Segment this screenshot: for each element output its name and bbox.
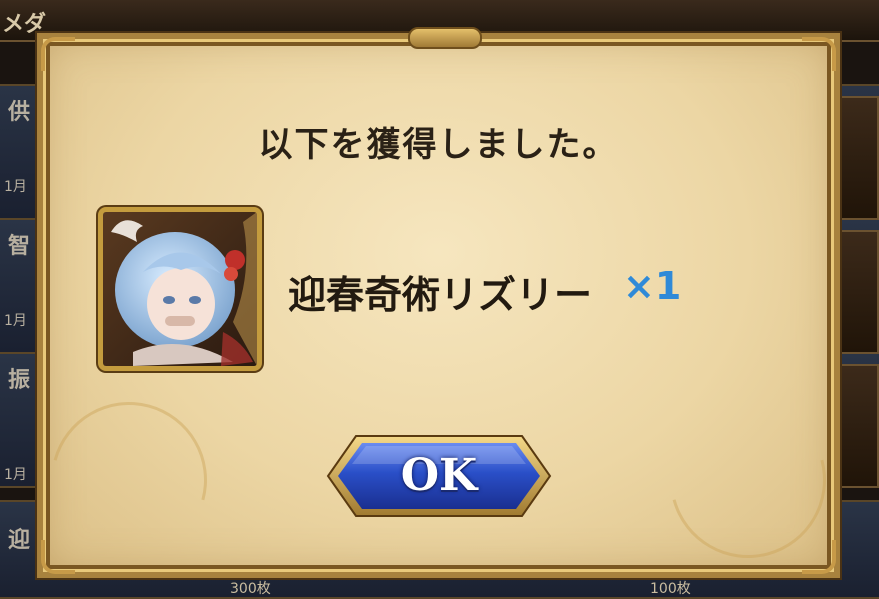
frame-corner-ornament [802, 540, 836, 574]
background-row-sub: 1月 [4, 179, 27, 195]
reward-quantity: ×1 [623, 264, 682, 308]
background-row-label: 迎 [8, 528, 31, 553]
frame-corner-ornament [41, 540, 75, 574]
background-row-sub: 1月 [4, 467, 27, 483]
character-portrait-icon [98, 207, 262, 371]
background-count: 100枚 [650, 581, 691, 597]
ok-button[interactable]: OK [326, 434, 552, 518]
reward-dialog: 以下を獲得しました。 迎春奇術リズリー ×1 OK [22, 27, 855, 587]
ok-button-label: OK [400, 450, 478, 501]
background-card [835, 230, 879, 354]
background-card [835, 96, 879, 220]
background-row-sub: 1月 [4, 313, 27, 329]
background-row-label: 振 [8, 368, 31, 393]
frame-corner-ornament [41, 37, 75, 71]
background-count: 300枚 [230, 581, 271, 597]
reward-name: 迎春奇術リズリー [288, 273, 593, 317]
background-row-label: 智 [8, 234, 31, 259]
frame-top-ornament [408, 27, 482, 49]
dialog-message: 以下を獲得しました。 [258, 125, 619, 165]
background-row-label: 供 [8, 100, 31, 125]
background-card [835, 364, 879, 488]
frame-corner-ornament [802, 37, 836, 71]
